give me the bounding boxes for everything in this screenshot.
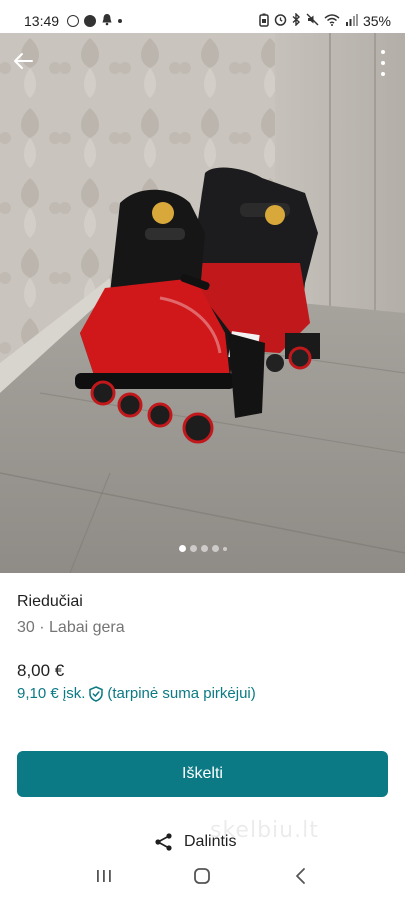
more-options-button[interactable] <box>375 50 391 76</box>
system-navigation-bar <box>0 852 405 900</box>
status-time: 13:49 <box>24 13 60 29</box>
share-label: Dalintis <box>184 833 237 850</box>
more-vertical-icon <box>381 50 385 54</box>
share-button[interactable]: Dalintis <box>154 832 236 852</box>
notification-dot-icon <box>118 19 123 23</box>
page-dot[interactable] <box>211 545 219 552</box>
bluetooth-icon <box>292 12 301 29</box>
gallery-pagination <box>0 545 405 552</box>
facebook-icon <box>84 15 97 27</box>
signal-icon <box>345 13 358 29</box>
status-right-icons: 35% <box>259 12 391 30</box>
recent-apps-icon <box>97 870 111 882</box>
battery-saver-icon <box>259 13 269 30</box>
listing-screen: 13:49 35% Riedučiai 30 · Labai gera 8,00… <box>0 0 405 900</box>
arrow-left-icon <box>14 53 33 69</box>
system-back-button[interactable] <box>286 861 316 891</box>
status-left-icons <box>67 13 123 29</box>
listing-title: Riedučiai <box>17 593 83 610</box>
mute-icon <box>306 13 319 29</box>
home-icon <box>194 868 211 884</box>
page-dot-active[interactable] <box>178 545 186 552</box>
home-button[interactable] <box>187 861 217 891</box>
buyer-price-row[interactable]: 9,10 € įsk. (tarpinė suma pirkėjui) <box>17 685 256 702</box>
chevron-left-icon <box>295 868 305 884</box>
listing-photo[interactable] <box>0 33 405 573</box>
alarm-icon <box>274 13 287 29</box>
battery-percent: 35% <box>362 13 391 29</box>
wifi-icon <box>324 13 340 29</box>
threads-icon <box>67 15 80 27</box>
buyer-price: 9,10 € įsk. <box>17 685 86 702</box>
promote-button[interactable]: Iškelti <box>17 751 388 797</box>
share-icon <box>155 833 172 851</box>
recent-apps-button[interactable] <box>89 861 119 891</box>
listing-subtitle: 30 · Labai gera <box>17 619 125 636</box>
page-dot[interactable] <box>189 545 197 552</box>
listing-price: 8,00 € <box>17 661 65 680</box>
inline-skates-photo <box>0 33 405 573</box>
bell-icon <box>101 13 113 29</box>
buyer-price-note: (tarpinė suma pirkėjui) <box>107 685 256 702</box>
shield-check-icon <box>89 685 104 702</box>
back-button[interactable] <box>10 48 36 74</box>
page-dot[interactable] <box>222 546 227 551</box>
page-dot[interactable] <box>200 545 208 552</box>
